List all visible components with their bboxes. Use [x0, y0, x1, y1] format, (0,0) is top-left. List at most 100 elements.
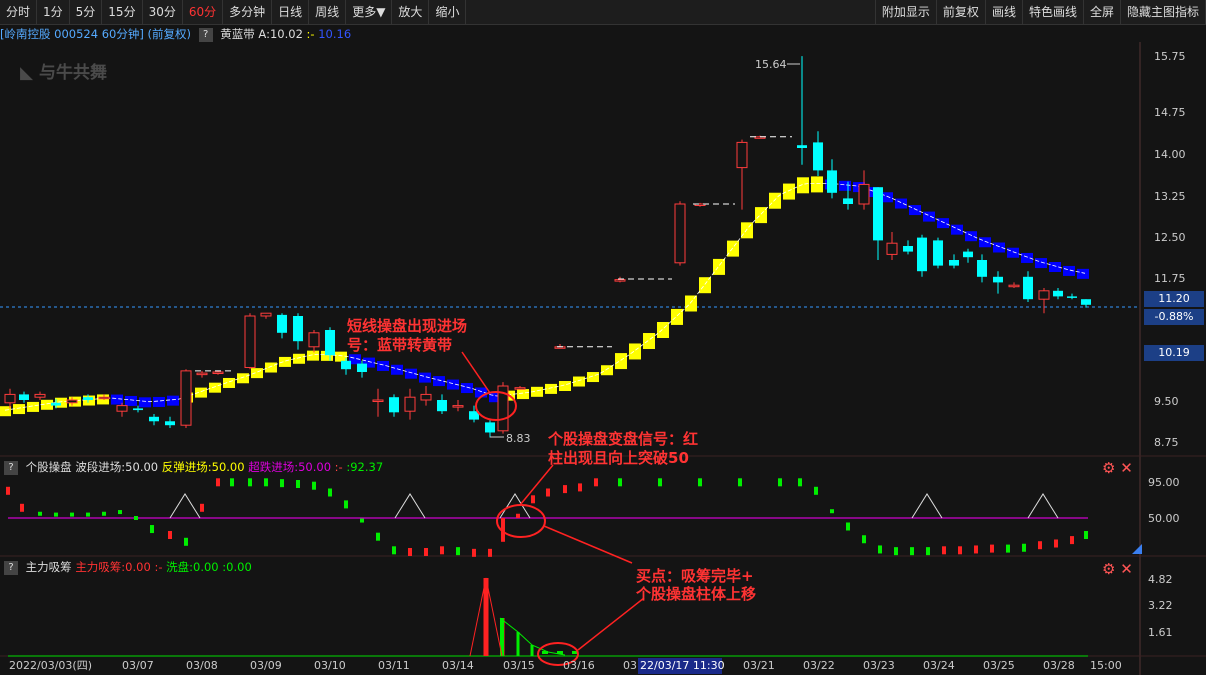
candle-body: [372, 399, 384, 402]
cursor-date-label: 22/03/17 11:30: [640, 659, 725, 672]
date-label: 03/09: [250, 659, 282, 672]
oscillator-bar: [424, 548, 428, 556]
candle-body: [886, 242, 898, 255]
candle-body: [51, 402, 61, 406]
oscillator-bar: [216, 478, 220, 487]
oscillator-bar: [168, 531, 172, 539]
candle-body: [133, 408, 143, 411]
oscillator-bar: [392, 546, 396, 555]
oscillator-bar: [698, 478, 702, 487]
oscillator-bar: [910, 547, 914, 556]
candle-body: [485, 422, 495, 433]
low-price-label: 8.83: [506, 432, 531, 445]
band-segment: [433, 376, 445, 387]
candle-body: [4, 393, 16, 404]
annotation-text: 短线操盘出现进场: [347, 317, 467, 335]
candle-body: [963, 251, 973, 258]
date-axis: 2022/03/03(四) 03/07 03/08 03/09 03/10 03…: [9, 658, 1122, 674]
band-segment: [811, 176, 823, 193]
candle-body: [843, 198, 853, 204]
axis-label: 1.61: [1148, 626, 1173, 639]
oscillator-dot: [86, 512, 90, 517]
oscillator-bar: [563, 485, 567, 494]
candle-body: [66, 399, 78, 404]
axis-label: 95.00: [1148, 476, 1180, 489]
axis-label: 14.00: [1154, 148, 1186, 161]
candle-body: [277, 314, 287, 333]
date-label: 03/15: [503, 659, 535, 672]
oscillator-bar: [1084, 531, 1088, 539]
oscillator-bar: [738, 478, 742, 487]
annotation-text: 号：蓝带转黄带: [347, 336, 452, 354]
oscillator-bar: [974, 545, 978, 554]
candle-body: [19, 394, 29, 400]
band-segment: [699, 277, 711, 294]
candle-body: [98, 396, 110, 400]
band-segment: [671, 308, 683, 325]
band-segment: [195, 387, 207, 398]
date-label: 2022/03/03(四): [9, 659, 92, 672]
candle-body: [993, 276, 1003, 283]
candle-body: [858, 183, 870, 205]
axis-label: 8.75: [1154, 436, 1179, 449]
band-segment: [111, 394, 123, 405]
band-segment: [545, 383, 557, 394]
candle-body: [83, 397, 93, 400]
oscillator-bar: [344, 500, 348, 509]
candle-body: [420, 393, 432, 401]
oscillator-bar: [958, 546, 962, 555]
signal-triangle: [911, 493, 943, 519]
oscillator-dot: [54, 512, 58, 517]
oscillator-bar: [990, 544, 994, 553]
oscillator-bar: [488, 548, 492, 557]
band-segment: [1007, 247, 1019, 258]
oscillator-bar: [1038, 541, 1042, 550]
candle-body: [873, 187, 883, 241]
oscillator-dot: [830, 509, 834, 514]
annotation-text: 个股操盘柱体上移: [635, 585, 756, 603]
candle-body: [1067, 296, 1077, 298]
panel-resize-handle[interactable]: [1132, 544, 1142, 554]
axis-label: 50.00: [1148, 512, 1180, 525]
band-segment: [979, 237, 991, 248]
candle-body: [452, 405, 464, 408]
oscillator-dot: [360, 518, 364, 523]
band-segment: [391, 364, 403, 375]
candle-body: [674, 203, 686, 264]
date-label: 03/14: [442, 659, 474, 672]
oscillator-bar: [531, 495, 535, 504]
oscillator-bar: [230, 478, 234, 487]
candle-body: [813, 142, 823, 171]
band-segment: [643, 333, 655, 350]
candle-body: [949, 260, 959, 266]
oscillator-bar: [440, 546, 444, 555]
candle-body: [357, 363, 367, 372]
band-segment: [797, 177, 809, 194]
band-segment: [279, 356, 291, 367]
axis-label: 4.82: [1148, 573, 1173, 586]
oscillator-bar: [312, 481, 316, 490]
band-segment: [1035, 258, 1047, 269]
band-segment: [0, 406, 11, 417]
band-segment: [629, 343, 641, 360]
date-label: 03/10: [314, 659, 346, 672]
candle-body: [180, 370, 192, 426]
oscillator-bar: [264, 478, 268, 487]
axis-label: 9.50: [1154, 395, 1179, 408]
oscillator-bar: [1070, 536, 1074, 545]
axis-label: 11.75: [1154, 272, 1186, 285]
band-segment: [139, 397, 151, 408]
oscillator-bar: [200, 503, 204, 512]
kline-chart-svg[interactable]: 15.75 14.75 14.00 13.25 12.50 11.75 9.50…: [0, 0, 1206, 675]
oscillator-bar: [878, 545, 882, 554]
oscillator-bar: [658, 478, 662, 487]
oscillator-bar: [1006, 544, 1010, 553]
oscillator-bar: [20, 503, 24, 512]
date-label: 03/25: [983, 659, 1015, 672]
band-segment: [251, 368, 263, 379]
candle-body: [736, 141, 748, 169]
date-label: 03/21: [743, 659, 775, 672]
date-label: 03/22: [803, 659, 835, 672]
date-label: 03/24: [923, 659, 955, 672]
band-segment: [335, 351, 347, 362]
